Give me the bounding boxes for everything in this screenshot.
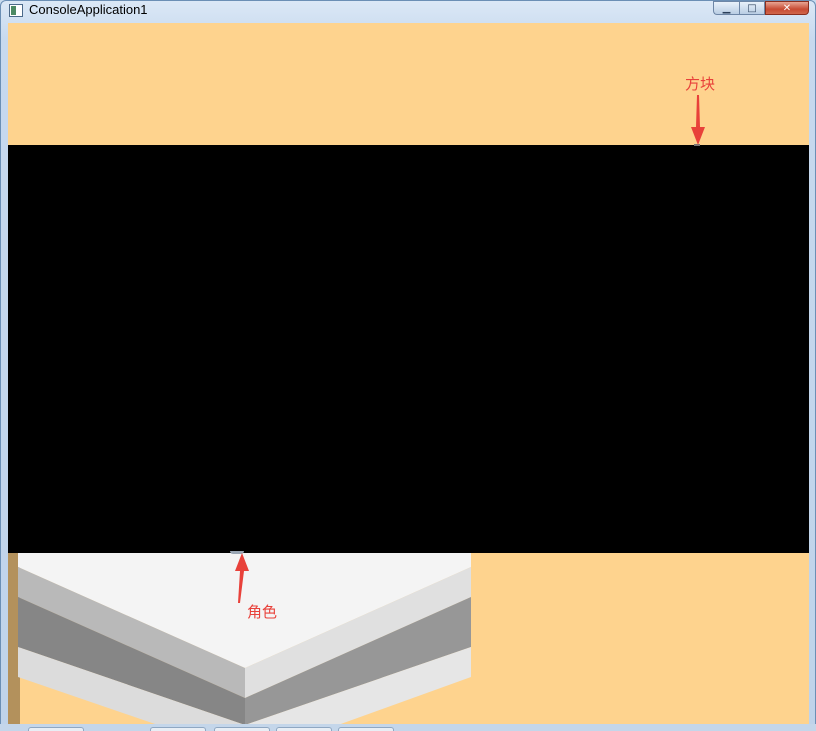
app-icon: [9, 4, 23, 17]
maximize-icon: □: [747, 2, 757, 14]
game-canvas[interactable]: 方块 角色: [8, 23, 809, 725]
close-icon: ✕: [782, 2, 792, 14]
block-arrow-icon: [691, 95, 705, 145]
taskbar-button[interactable]: [338, 727, 394, 731]
close-button[interactable]: ✕: [765, 1, 809, 15]
block-label: 方块: [685, 75, 716, 93]
taskbar-button[interactable]: [276, 727, 332, 731]
taskbar-button[interactable]: [28, 727, 84, 731]
character-arrow-icon: [235, 553, 249, 603]
taskbar-button[interactable]: [150, 727, 206, 731]
window-title: ConsoleApplication1: [29, 2, 148, 17]
taskbar-button[interactable]: [214, 727, 270, 731]
caption-buttons: ▁ □ ✕: [713, 1, 809, 15]
app-window: ConsoleApplication1 ▁ □ ✕ 方块 角色: [0, 0, 816, 731]
black-render-band: [8, 145, 809, 553]
taskbar-edge: [0, 724, 816, 731]
minimize-button[interactable]: ▁: [713, 1, 739, 15]
title-bar[interactable]: ConsoleApplication1 ▁ □ ✕: [1, 1, 815, 23]
minimize-icon: ▁: [722, 2, 731, 14]
maximize-button[interactable]: □: [739, 1, 765, 15]
